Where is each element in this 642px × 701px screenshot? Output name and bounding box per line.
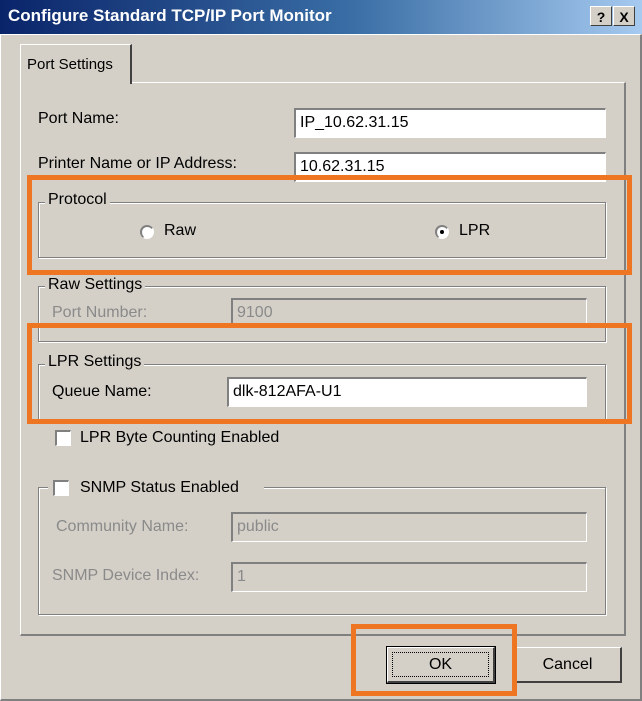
community-name-input[interactable]: public bbox=[231, 512, 587, 542]
snmp-enabled-label[interactable]: SNMP Status Enabled bbox=[80, 479, 239, 497]
ok-highlight-box bbox=[351, 624, 517, 696]
snmp-enabled-checkbox[interactable] bbox=[53, 480, 69, 496]
snmp-device-index-input[interactable]: 1 bbox=[231, 562, 587, 592]
port-name-label: Port Name: bbox=[38, 110, 119, 127]
window-title: Configure Standard TCP/IP Port Monitor bbox=[8, 6, 332, 25]
lpr-byte-counting-label[interactable]: LPR Byte Counting Enabled bbox=[80, 429, 279, 447]
port-name-input[interactable]: IP_10.62.31.15 bbox=[294, 108, 606, 138]
protocol-highlight-box bbox=[27, 175, 632, 275]
tab-port-settings-label: Port Settings bbox=[27, 56, 113, 73]
cancel-button[interactable]: Cancel bbox=[514, 647, 622, 683]
lpr-settings-highlight-box bbox=[27, 323, 632, 424]
raw-settings-group-title: Raw Settings bbox=[45, 276, 146, 294]
printer-address-label: Printer Name or IP Address: bbox=[38, 155, 237, 172]
port-number-label: Port Number: bbox=[52, 304, 148, 321]
community-name-label: Community Name: bbox=[56, 518, 189, 535]
lpr-byte-counting-checkbox[interactable] bbox=[55, 430, 71, 446]
help-button[interactable]: ? bbox=[590, 6, 612, 26]
snmp-device-index-label: SNMP Device Index: bbox=[52, 567, 200, 584]
close-button[interactable]: X bbox=[613, 6, 635, 26]
snmp-groupbox bbox=[38, 487, 606, 615]
cancel-button-label: Cancel bbox=[542, 656, 593, 673]
